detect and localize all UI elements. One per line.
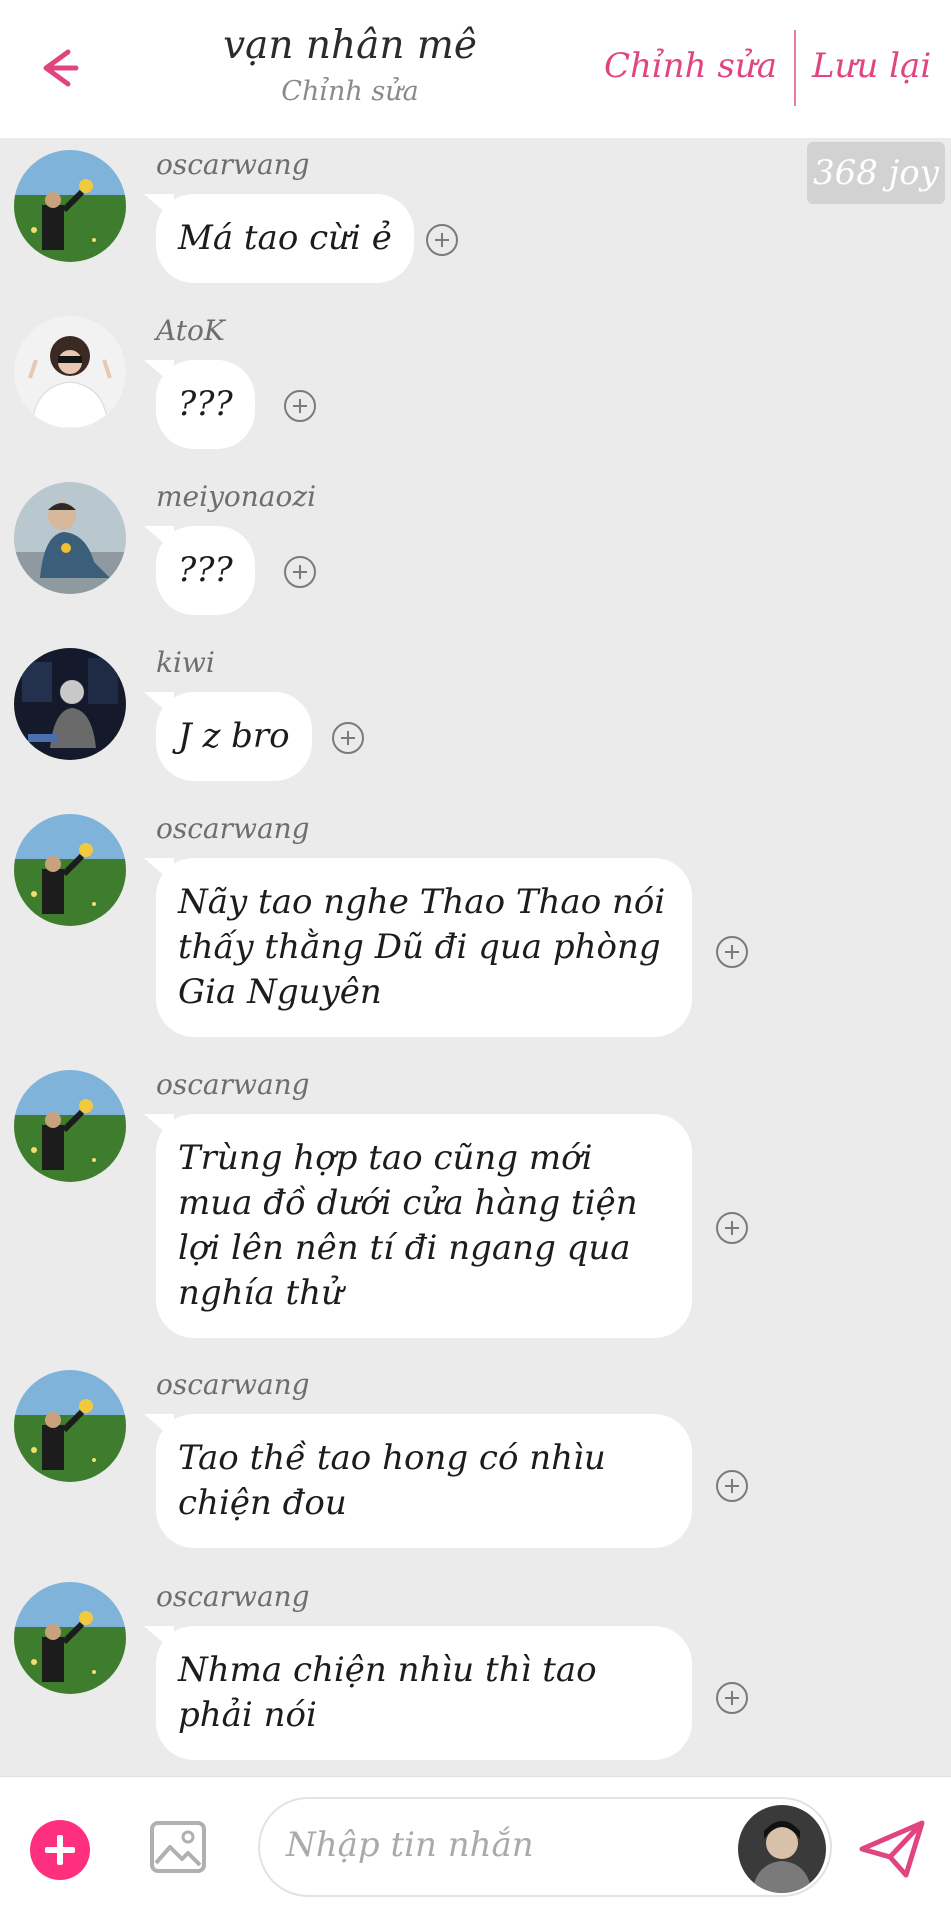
add-reaction-icon[interactable]: [284, 390, 316, 422]
username: kiwi: [156, 646, 215, 679]
message-bubble[interactable]: Trùng hợp tao cũng mới mua đồ dưới cửa h…: [156, 1114, 692, 1338]
avatar[interactable]: [14, 316, 126, 428]
top-bar: vạn nhân mê Chỉnh sửa Chỉnh sửa Lưu lại: [0, 0, 951, 138]
avatar[interactable]: [14, 648, 126, 760]
composer-bar: Nhập tin nhắn: [0, 1776, 951, 1920]
username: oscarwang: [156, 148, 310, 181]
chat-subtitle: Chỉnh sửa: [281, 76, 419, 107]
plus-circle-icon[interactable]: [30, 1820, 90, 1880]
add-reaction-icon[interactable]: [716, 1682, 748, 1714]
back-arrow-icon[interactable]: [28, 38, 88, 98]
input-placeholder: Nhập tin nhắn: [286, 1825, 534, 1865]
avatar[interactable]: [14, 482, 126, 594]
avatar[interactable]: [14, 814, 126, 926]
username: AtoK: [156, 314, 225, 347]
message-bubble[interactable]: Nhma chiện nhìu thì tao phải nói: [156, 1626, 692, 1760]
username: meiyonaozi: [156, 480, 317, 513]
title-block: vạn nhân mê Chỉnh sửa: [200, 22, 500, 110]
message-bubble[interactable]: ???: [156, 526, 255, 615]
avatar[interactable]: [738, 1805, 826, 1893]
message-bubble[interactable]: Nãy tao nghe Thao Thao nói thấy thằng Dũ…: [156, 858, 692, 1037]
avatar[interactable]: [14, 1070, 126, 1182]
edit-button[interactable]: Chỉnh sửa: [604, 46, 777, 86]
message-input[interactable]: Nhập tin nhắn: [258, 1797, 832, 1897]
add-reaction-icon[interactable]: [716, 936, 748, 968]
avatar[interactable]: [14, 150, 126, 262]
avatar[interactable]: [14, 1582, 126, 1694]
username: oscarwang: [156, 1580, 310, 1613]
image-icon[interactable]: [148, 1817, 208, 1877]
joy-badge: 368 joy: [807, 142, 945, 204]
username: oscarwang: [156, 1368, 310, 1401]
message-bubble[interactable]: ???: [156, 360, 255, 449]
avatar[interactable]: [14, 1370, 126, 1482]
send-icon[interactable]: [856, 1815, 928, 1881]
add-reaction-icon[interactable]: [716, 1470, 748, 1502]
chat-title: vạn nhân mê: [223, 23, 477, 68]
username: oscarwang: [156, 812, 310, 845]
username: oscarwang: [156, 1068, 310, 1101]
add-reaction-icon[interactable]: [332, 722, 364, 754]
save-button[interactable]: Lưu lại: [812, 46, 931, 86]
add-reaction-icon[interactable]: [716, 1212, 748, 1244]
message-bubble[interactable]: Má tao cừi ẻ: [156, 194, 414, 283]
add-reaction-icon[interactable]: [426, 224, 458, 256]
header-divider: [794, 30, 796, 106]
message-bubble[interactable]: J z bro: [156, 692, 312, 781]
message-bubble[interactable]: Tao thề tao hong có nhìu chiện đou: [156, 1414, 692, 1548]
add-reaction-icon[interactable]: [284, 556, 316, 588]
